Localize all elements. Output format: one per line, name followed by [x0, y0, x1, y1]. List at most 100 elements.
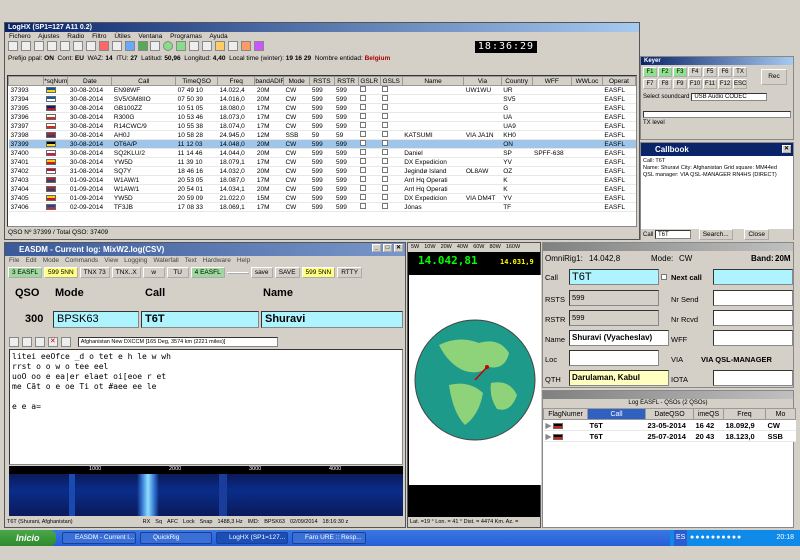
open-folder-icon[interactable]	[20, 41, 31, 51]
rec-button[interactable]: Rec	[761, 69, 787, 85]
column-header[interactable]: Country	[500, 76, 533, 86]
fkey-f3[interactable]: F3	[673, 67, 687, 77]
easdm-menu-file[interactable]: File	[9, 257, 19, 264]
easdm-menu-hardware[interactable]: Hardware	[203, 257, 231, 264]
fkey-f8[interactable]: F8	[658, 79, 672, 89]
world-globe[interactable]	[409, 275, 541, 485]
log-row[interactable]: 37398 30-08-2014 AH0J 10 58 28 24.945,0 12M SS…	[8, 130, 636, 140]
callbook-search-button[interactable]: Search...	[698, 229, 733, 240]
loc-input[interactable]	[569, 350, 659, 366]
rsts-input[interactable]: 599	[569, 290, 659, 306]
country-dropdown[interactable]: Afghanistan New DXCCM [165 Deg, 3574 km …	[77, 337, 278, 347]
easdm-menu-mode[interactable]: Mode	[43, 257, 59, 264]
close-icon[interactable]: ✕	[782, 145, 791, 153]
fkey-tx[interactable]: TX	[733, 67, 747, 77]
filter-icon[interactable]	[46, 41, 57, 51]
log-row[interactable]: 37400 30-08-2014 SQ2KLU/2 11 14 46 14.044,0 2…	[8, 148, 636, 158]
export-icon[interactable]	[150, 41, 161, 51]
prev-column-header[interactable]: FlagNumer	[543, 408, 588, 420]
grid-icon[interactable]	[59, 41, 70, 51]
band-tab[interactable]: 5W	[411, 244, 419, 250]
band-tab[interactable]: 80W	[490, 244, 501, 250]
prev-column-header[interactable]: Mo	[765, 408, 796, 420]
macro-button[interactable]: 3 EASFL	[8, 267, 43, 278]
clear-icon[interactable]	[9, 337, 19, 347]
qsl-checkbox[interactable]	[382, 149, 389, 155]
rocket-icon[interactable]	[241, 41, 252, 51]
qsl-checkbox[interactable]	[382, 140, 389, 146]
qsl-checkbox[interactable]	[360, 104, 367, 110]
cluster-icon[interactable]	[111, 41, 122, 51]
column-header[interactable]: GSLS	[379, 76, 403, 86]
log-row[interactable]: 37404 01-09-2014 W1AW/1 20 54 01 14.034,1 20M…	[8, 184, 636, 194]
waterfall[interactable]	[9, 474, 403, 516]
qsl-checkbox[interactable]	[360, 176, 367, 182]
column-header[interactable]: Freq	[216, 76, 256, 86]
log-row[interactable]: 37395 30-08-2014 GB100ZZ 10 51 05 18.080,0 17…	[8, 103, 636, 113]
macro-button[interactable]: SAVE	[274, 267, 300, 278]
log-row[interactable]: 37394 30-08-2014 SV5/GM8IIO 07 50 39 14.016,…	[8, 94, 636, 104]
easdm-menu-edit[interactable]: Edit	[25, 257, 36, 264]
log-row[interactable]: 37402 31-08-2014 SQ7Y 18 46 16 14.032,0 20M CW…	[8, 166, 636, 176]
copy-icon[interactable]	[34, 337, 45, 347]
maximize-icon[interactable]: □	[383, 244, 392, 252]
font-icon[interactable]	[60, 337, 71, 347]
mode-field[interactable]: BPSK63	[53, 311, 139, 328]
qsl-checkbox[interactable]	[360, 86, 367, 92]
next-call-input[interactable]	[713, 269, 793, 285]
close-icon[interactable]: ✕	[394, 244, 403, 252]
qsl-checkbox[interactable]	[382, 113, 389, 119]
qsl-checkbox[interactable]	[382, 167, 389, 173]
column-header[interactable]: WFF	[531, 76, 573, 86]
callbook-close-button[interactable]: Close	[744, 229, 769, 240]
qsl-icon[interactable]	[85, 41, 96, 51]
macro-button[interactable]: 4 EASFL	[190, 267, 225, 278]
band-tab[interactable]: 60W	[473, 244, 484, 250]
monitor-icon[interactable]	[137, 41, 148, 51]
qsl-checkbox[interactable]	[360, 113, 367, 119]
rstr-input[interactable]: 599	[569, 310, 659, 326]
qsl-checkbox[interactable]	[360, 203, 367, 209]
log-row[interactable]: 37399 30-08-2014 OT6A/P 11 12 03 14.048,0 20M…	[8, 139, 636, 149]
settings-icon[interactable]	[215, 41, 226, 51]
menu-utiles[interactable]: Útiles	[114, 33, 130, 40]
prev-column-header[interactable]: DateQSO	[645, 408, 694, 420]
fkey-f4[interactable]: F4	[688, 67, 702, 77]
column-header[interactable]: Call	[111, 76, 177, 86]
fkey-f5[interactable]: F5	[703, 67, 717, 77]
iota-input[interactable]	[713, 370, 793, 386]
qsl-checkbox[interactable]	[360, 185, 367, 191]
new-file-icon[interactable]	[8, 41, 18, 51]
qsl-checkbox[interactable]	[382, 131, 389, 137]
language-indicator[interactable]: ES	[674, 530, 688, 546]
nrrcvd-input[interactable]	[713, 310, 793, 326]
column-header[interactable]: TimeQSO	[175, 76, 218, 86]
qsl-checkbox[interactable]	[360, 95, 367, 101]
menu-filtro[interactable]: Filtro	[92, 33, 106, 40]
band-tab[interactable]: 40W	[457, 244, 468, 250]
list-icon[interactable]	[124, 41, 135, 51]
log-row[interactable]: 37405 01-09-2014 YW5D 20 59 09 21.022,0 15M CW…	[8, 193, 636, 203]
rx-text-area[interactable]: litei eeOfce _d o tet e h le w wh rrst o …	[9, 349, 403, 465]
dx-icon[interactable]	[98, 41, 109, 51]
column-header[interactable]: Mode	[282, 76, 311, 86]
easdm-menu-waterfall[interactable]: Waterfall	[153, 257, 178, 264]
task-quickrig[interactable]: QuickRig	[140, 532, 212, 544]
qsl-checkbox[interactable]	[360, 167, 367, 173]
prev-row[interactable]: ▶ T6T 23-05-2014 16 42 18.092,9 CW	[543, 419, 796, 431]
qsl-checkbox[interactable]	[360, 122, 367, 128]
column-header[interactable]: Date	[67, 76, 113, 86]
menu-ajustes[interactable]: Ajustes	[38, 33, 59, 40]
wff-input[interactable]	[713, 330, 793, 346]
task-easdm[interactable]: EASDM - Current l...	[62, 532, 136, 544]
fkey-f10[interactable]: F10	[688, 79, 702, 89]
tx-level-slider[interactable]	[643, 111, 791, 118]
macro-button[interactable]: TNX..X	[111, 267, 141, 278]
band-tab[interactable]: 160W	[506, 244, 520, 250]
radio-icon[interactable]	[228, 41, 239, 51]
menu-ventana[interactable]: Ventana	[138, 33, 162, 40]
macro-button[interactable]: TNX 73	[79, 267, 110, 278]
fkey-f6[interactable]: F6	[718, 67, 732, 77]
fkey-f12[interactable]: F12	[718, 79, 732, 89]
column-header[interactable]: Name	[401, 76, 465, 86]
